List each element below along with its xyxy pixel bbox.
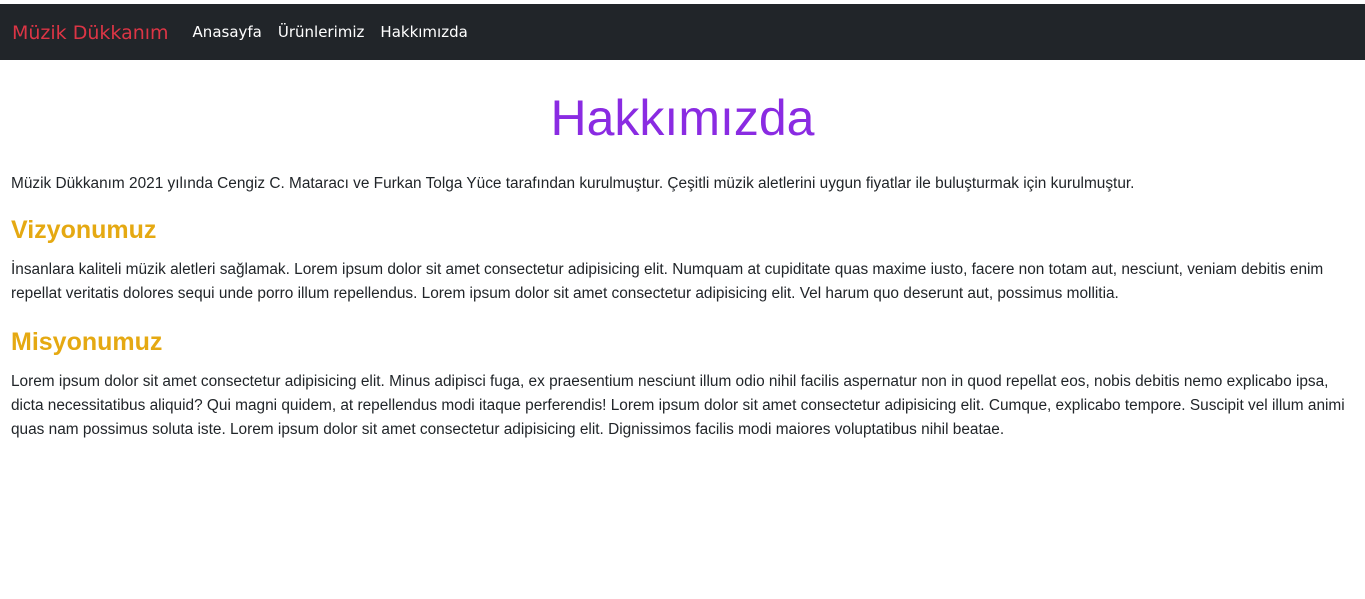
intro-text: Müzik Dükkanım 2021 yılında Cengiz C. Ma… bbox=[11, 175, 1135, 192]
mission-heading: Misyonumuz bbox=[11, 328, 163, 356]
nav-link-hakkimizda[interactable]: Hakkımızda bbox=[380, 23, 467, 41]
main-content: Hakkımızda Müzik Dükkanım 2021 yılında C… bbox=[0, 90, 1365, 442]
nav-links: Anasayfa Ürünlerimiz Hakkımızda bbox=[193, 23, 484, 41]
brand-link[interactable]: Müzik Dükkanım bbox=[12, 22, 169, 44]
page-title: Hakkımızda bbox=[550, 90, 815, 146]
navbar: Müzik Dükkanım Anasayfa Ürünlerimiz Hakk… bbox=[0, 4, 1365, 60]
nav-link-anasayfa[interactable]: Anasayfa bbox=[193, 23, 262, 41]
vision-text: İnsanlara kaliteli müzik aletleri sağlam… bbox=[11, 261, 1324, 302]
nav-link-urunlerimiz[interactable]: Ürünlerimiz bbox=[278, 23, 365, 41]
vision-heading: Vizyonumuz bbox=[11, 216, 157, 244]
mission-text: Lorem ipsum dolor sit amet consectetur a… bbox=[11, 373, 1345, 438]
